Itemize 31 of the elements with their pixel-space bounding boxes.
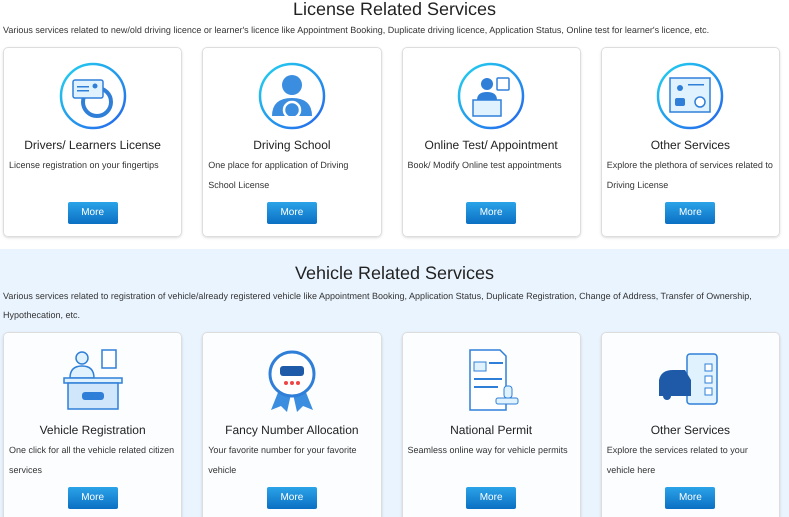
card-title: Fancy Number Allocation — [225, 422, 359, 438]
card-text: One place for application of Driving School License — [208, 158, 350, 192]
section-description: Various services related to new/old driving licence or learner's licence like Appointment Booking, Duplicate driving licence, Application Status, Online test for learner's licence, etc. — [3, 24, 710, 37]
certificate-icon — [656, 62, 724, 130]
card-title: Drivers/ Learners License — [24, 136, 161, 152]
card-title: National Permit — [450, 422, 532, 438]
card-text: Book/ Modify Online test appointments — [408, 158, 563, 172]
card-title: Other Services — [650, 136, 730, 152]
section-title: Vehicle Related Services — [294, 262, 496, 284]
card-text: One click for all the vehicle related citizen services — [9, 444, 176, 476]
more-button[interactable]: More — [68, 486, 118, 508]
card-title: Driving School — [253, 136, 331, 152]
driver-icon — [258, 62, 326, 130]
more-button[interactable]: More — [266, 202, 317, 224]
more-button[interactable]: More — [665, 486, 716, 508]
card-title: Other Services — [650, 422, 730, 438]
card-title: Online Test/ Appointment — [424, 136, 558, 152]
more-button[interactable]: More — [466, 202, 516, 224]
card-text: Explore the plethora of services related to Driving License — [606, 158, 774, 192]
card-text: Explore the services related to your vehicle here — [606, 444, 749, 476]
more-button[interactable]: More — [266, 486, 317, 508]
more-button[interactable]: More — [466, 486, 516, 508]
more-button[interactable]: More — [68, 202, 118, 224]
section-title: License Related Services — [292, 0, 498, 19]
card-title: Vehicle Registration — [40, 422, 146, 438]
card-text: License registration on your fingertips — [9, 158, 160, 172]
more-button[interactable]: More — [665, 202, 716, 224]
person-laptop-icon — [457, 62, 526, 130]
card-text: Your favorite number for your favorite vehicle — [208, 444, 358, 476]
card-text: Seamless online way for vehicle permits — [408, 444, 569, 457]
section-description: Various services related to registration of vehicle/already registered vehicle like Appointment Booking, Application Status, Duplicate Registration, Change of Address, Transfer of Ownership, Hypothecation, etc. — [3, 290, 753, 322]
